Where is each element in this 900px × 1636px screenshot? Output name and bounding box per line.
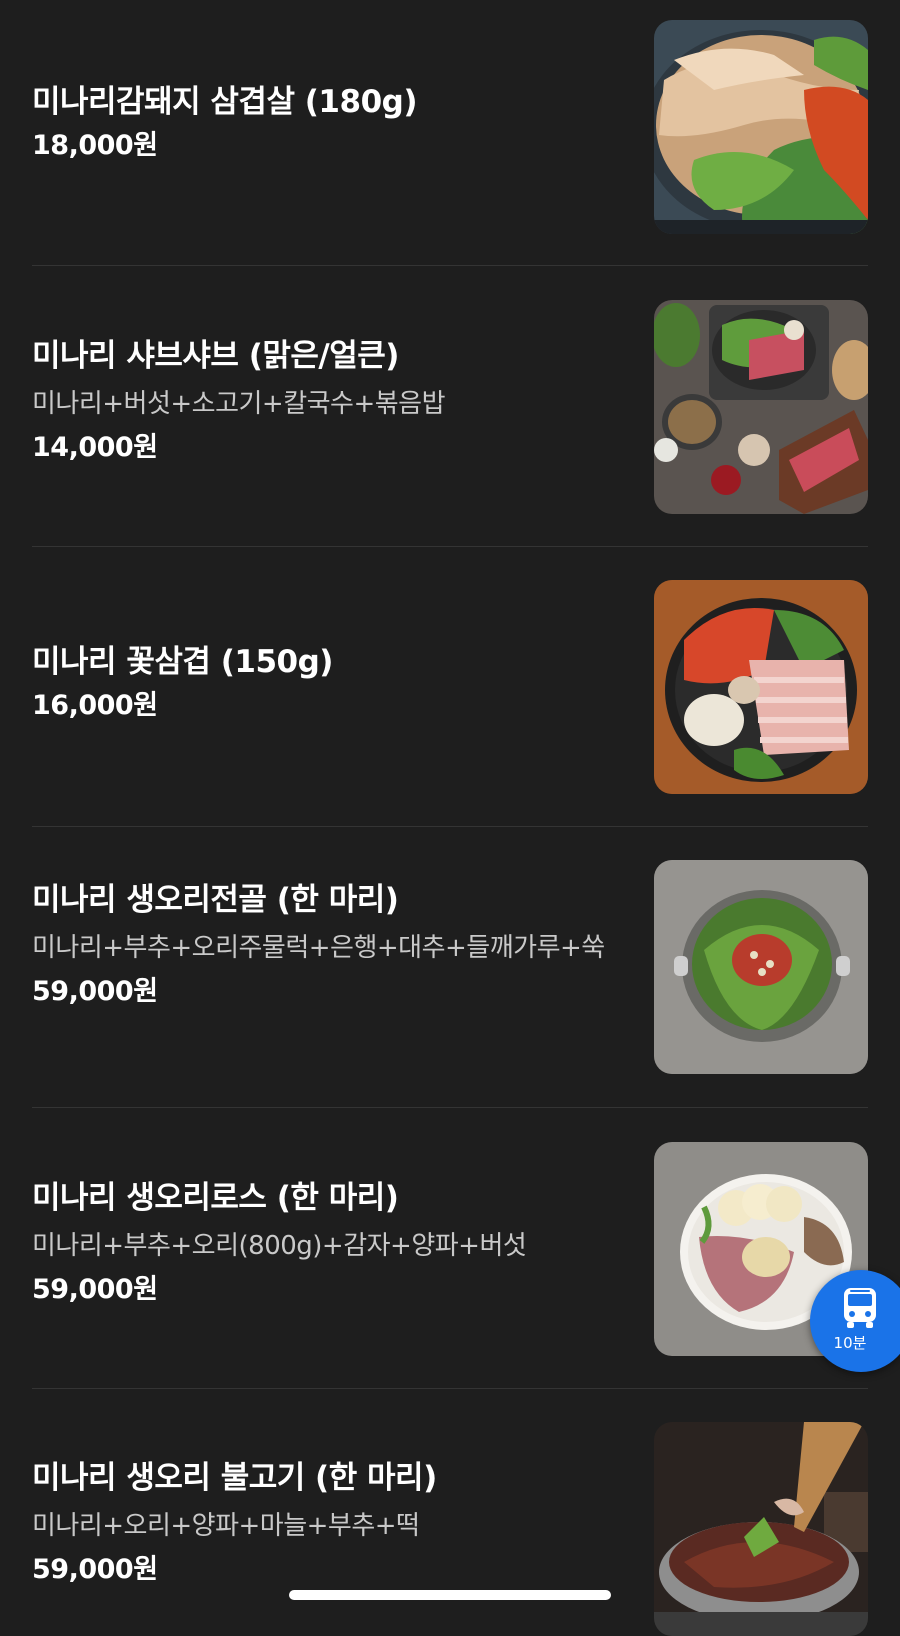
menu-item-price: 59,000원	[32, 1554, 158, 1585]
divider	[32, 1107, 868, 1108]
transit-time-button[interactable]: 10분	[810, 1270, 900, 1372]
divider	[32, 546, 868, 547]
shabu-shabu-photo	[654, 300, 868, 514]
menu-item-name: 미나리 샤브샤브 (맑은/얼큰)	[32, 338, 399, 374]
menu-item-text: 미나리 생오리로스 (한 마리) 미나리+부추+오리(800g)+감자+양파+버…	[32, 1178, 617, 1310]
menu-item-name: 미나리 생오리 불고기 (한 마리)	[32, 1460, 437, 1496]
menu-item-price: 59,000원	[32, 976, 158, 1007]
menu-item-name: 미나리 꽃삼겹 (150g)	[32, 644, 333, 680]
menu-item-text: 미나리 꽃삼겹 (150g) 16,000원	[32, 642, 617, 726]
transit-time-label: 10분	[833, 1334, 867, 1352]
menu-item[interactable]: 미나리 샤브샤브 (맑은/얼큰) 미나리+버섯+소고기+칼국수+볶음밥 14,0…	[32, 300, 868, 514]
menu-item-photo[interactable]	[654, 300, 868, 514]
menu-item-price: 16,000원	[32, 690, 158, 721]
menu-item-description: 미나리+버섯+소고기+칼국수+볶음밥	[32, 389, 446, 419]
menu-item-name: 미나리 생오리전골 (한 마리)	[32, 882, 399, 918]
menu-item-photo[interactable]	[654, 1422, 868, 1636]
flower-pork-belly-photo	[654, 580, 868, 794]
menu-item-text: 미나리 생오리 불고기 (한 마리) 미나리+오리+양파+마늘+부추+떡 59,…	[32, 1458, 617, 1590]
divider	[32, 1388, 868, 1389]
menu-item-name: 미나리감돼지 삼겹살 (180g)	[32, 84, 418, 120]
menu-item[interactable]: 미나리 생오리로스 (한 마리) 미나리+부추+오리(800g)+감자+양파+버…	[32, 1142, 868, 1356]
menu-item-name: 미나리 생오리로스 (한 마리)	[32, 1180, 399, 1216]
menu-item[interactable]: 미나리 생오리 불고기 (한 마리) 미나리+오리+양파+마늘+부추+떡 59,…	[32, 1422, 868, 1636]
menu-item-price: 18,000원	[32, 130, 158, 161]
menu-item-text: 미나리 생오리전골 (한 마리) 미나리+부추+오리주물럭+은행+대추+들깨가루…	[32, 880, 617, 1012]
bus-icon	[844, 1288, 876, 1328]
duck-hotpot-photo	[654, 860, 868, 1074]
menu-item-price: 14,000원	[32, 432, 158, 463]
menu-item-photo[interactable]	[654, 860, 868, 1074]
menu-item-text: 미나리 샤브샤브 (맑은/얼큰) 미나리+버섯+소고기+칼국수+볶음밥 14,0…	[32, 336, 617, 468]
divider	[32, 265, 868, 266]
menu-item-description: 미나리+부추+오리(800g)+감자+양파+버섯	[32, 1231, 527, 1261]
menu-item[interactable]: 미나리감돼지 삼겹살 (180g) 18,000원	[32, 20, 868, 234]
menu-item-description: 미나리+부추+오리주물럭+은행+대추+들깨가루+쑥	[32, 933, 605, 963]
menu-item-text: 미나리감돼지 삼겹살 (180g) 18,000원	[32, 82, 617, 166]
menu-item[interactable]: 미나리 꽃삼겹 (150g) 16,000원	[32, 580, 868, 794]
pork-belly-grill-photo	[654, 20, 868, 234]
menu-item-photo[interactable]	[654, 580, 868, 794]
menu-item-description: 미나리+오리+양파+마늘+부추+떡	[32, 1511, 420, 1541]
menu-item-price: 59,000원	[32, 1274, 158, 1305]
menu-item-photo[interactable]	[654, 20, 868, 234]
duck-bulgogi-photo	[654, 1422, 868, 1636]
home-indicator[interactable]	[289, 1590, 611, 1600]
menu-item[interactable]: 미나리 생오리전골 (한 마리) 미나리+부추+오리주물럭+은행+대추+들깨가루…	[32, 860, 868, 1074]
divider	[32, 826, 868, 827]
